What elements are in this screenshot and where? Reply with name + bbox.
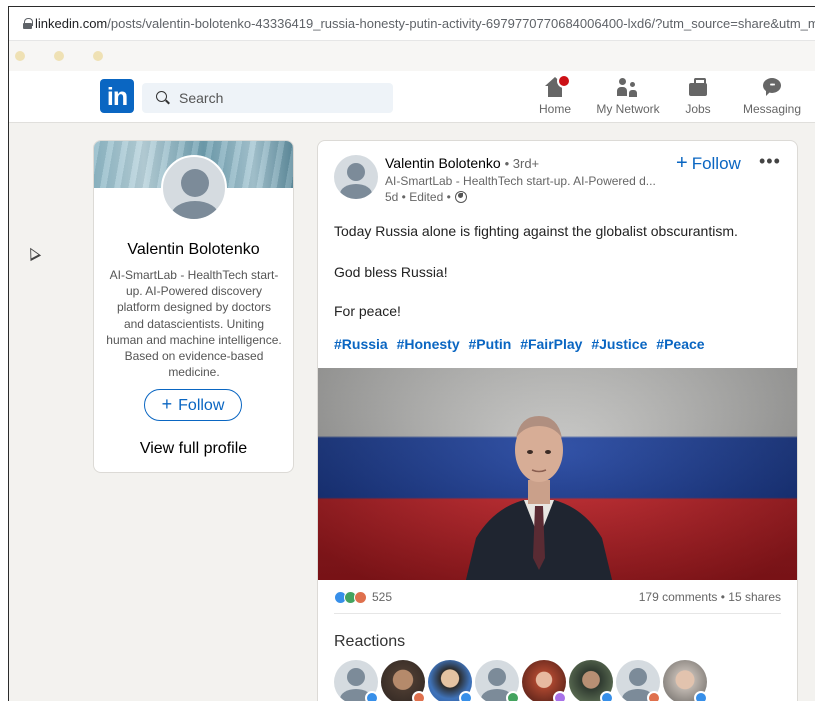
reactor-avatar[interactable] [334, 660, 379, 701]
url-path: /posts/valentin-bolotenko-43336419_russi… [107, 16, 815, 31]
reactor-avatar[interactable] [663, 660, 708, 701]
profile-follow-button[interactable]: + Follow [144, 389, 242, 421]
bookmark-icon [54, 51, 64, 62]
reactions-heading: Reactions [334, 633, 406, 650]
linkedin-nav: in Search Home My Network Jobs Messaging [9, 71, 815, 123]
jobs-icon [687, 77, 709, 99]
reaction-summary[interactable]: 525 [334, 590, 392, 604]
like-badge-icon [459, 691, 473, 701]
globe-icon [454, 191, 467, 203]
search-placeholder: Search [179, 90, 224, 106]
like-badge-icon [365, 691, 379, 701]
reactor-avatar[interactable] [428, 660, 473, 701]
search-icon [156, 91, 170, 105]
mouse-cursor-icon [24, 244, 42, 262]
post-author-headline: AI-SmartLab - HealthTech start-up. AI-Po… [385, 174, 656, 188]
more-options-icon[interactable]: ••• [759, 151, 781, 172]
profile-name[interactable]: Valentin Bolotenko [94, 241, 293, 259]
search-input[interactable]: Search [142, 83, 393, 113]
post-time-text: 5d • Edited • [385, 190, 451, 204]
post-hashtags: #Russia #Honesty #Putin #FairPlay #Justi… [334, 336, 710, 352]
bookmark-icon [15, 51, 25, 62]
comments-shares-link[interactable]: 179 comments • 15 shares [639, 590, 781, 604]
post-follow-button[interactable]: + Follow [676, 152, 741, 175]
hashtag-link[interactable]: #Russia [334, 336, 388, 352]
post-timestamp: 5d • Edited • [385, 190, 467, 204]
bookmark-item[interactable] [15, 50, 30, 62]
hashtag-link[interactable]: #Honesty [397, 336, 460, 352]
notification-badge [557, 74, 571, 88]
plus-icon: + [676, 152, 688, 174]
insightful-badge-icon [553, 691, 567, 701]
bookmark-icon [93, 51, 103, 62]
post-image[interactable] [318, 368, 797, 580]
profile-description: AI-SmartLab - HealthTech start-up. AI-Po… [106, 268, 282, 380]
bookmark-item[interactable] [93, 50, 108, 62]
plus-icon: + [161, 394, 173, 414]
reactor-avatar[interactable] [616, 660, 661, 701]
nav-messaging-label: Messaging [742, 102, 802, 116]
hashtag-link[interactable]: #Putin [469, 336, 512, 352]
url-host: linkedin.com [35, 16, 108, 31]
hashtag-link[interactable]: #FairPlay [520, 336, 582, 352]
hashtag-link[interactable]: #Peace [656, 336, 704, 352]
bookmarks-bar [9, 41, 815, 71]
address-bar[interactable]: linkedin.com/posts/valentin-bolotenko-43… [9, 7, 815, 41]
follow-label: Follow [178, 397, 225, 414]
bookmark-item[interactable] [54, 50, 69, 62]
view-full-profile-link[interactable]: View full profile [94, 440, 293, 458]
love-badge-icon [647, 691, 661, 701]
post-text-line: Today Russia alone is fighting against t… [334, 223, 738, 239]
reactor-avatar[interactable] [475, 660, 520, 701]
support-badge-icon [506, 691, 520, 701]
post-author-avatar[interactable] [334, 155, 378, 199]
nav-jobs[interactable]: Jobs [681, 77, 715, 123]
nav-my-network[interactable]: My Network [593, 77, 663, 123]
like-badge-icon [694, 691, 708, 701]
nav-messaging[interactable]: Messaging [740, 77, 804, 123]
post-text-line: God bless Russia! [334, 264, 448, 280]
post-author-name[interactable]: Valentin Bolotenko [385, 155, 501, 171]
browser-frame: linkedin.com/posts/valentin-bolotenko-43… [8, 6, 815, 701]
post-text-line: For peace! [334, 303, 401, 319]
profile-card: Valentin Bolotenko AI-SmartLab - HealthT… [93, 140, 294, 473]
reactor-list [334, 660, 708, 701]
nav-network-label: My Network [596, 102, 660, 116]
man-in-suit-image [465, 416, 613, 580]
nav-home[interactable]: Home [537, 74, 573, 123]
love-reaction-icon [354, 590, 367, 604]
post-follow-label: Follow [691, 154, 741, 173]
linkedin-logo[interactable]: in [100, 79, 134, 113]
divider [334, 613, 781, 614]
avatar[interactable] [161, 155, 227, 221]
hashtag-link[interactable]: #Justice [591, 336, 647, 352]
reactor-avatar[interactable] [381, 660, 426, 701]
post-card: Valentin Bolotenko • 3rd+ AI-SmartLab - … [317, 140, 798, 701]
messaging-icon [761, 77, 783, 99]
nav-jobs-label: Jobs [685, 102, 711, 116]
connection-degree: • 3rd+ [504, 156, 540, 171]
reactor-avatar[interactable] [569, 660, 614, 701]
nav-home-label: Home [538, 102, 571, 116]
reaction-count: 525 [372, 590, 393, 604]
home-icon [544, 74, 571, 99]
post-author-line: Valentin Bolotenko • 3rd+ [385, 155, 539, 171]
love-badge-icon [412, 691, 426, 701]
like-badge-icon [600, 691, 614, 701]
network-icon [617, 77, 639, 99]
reactor-avatar[interactable] [522, 660, 567, 701]
